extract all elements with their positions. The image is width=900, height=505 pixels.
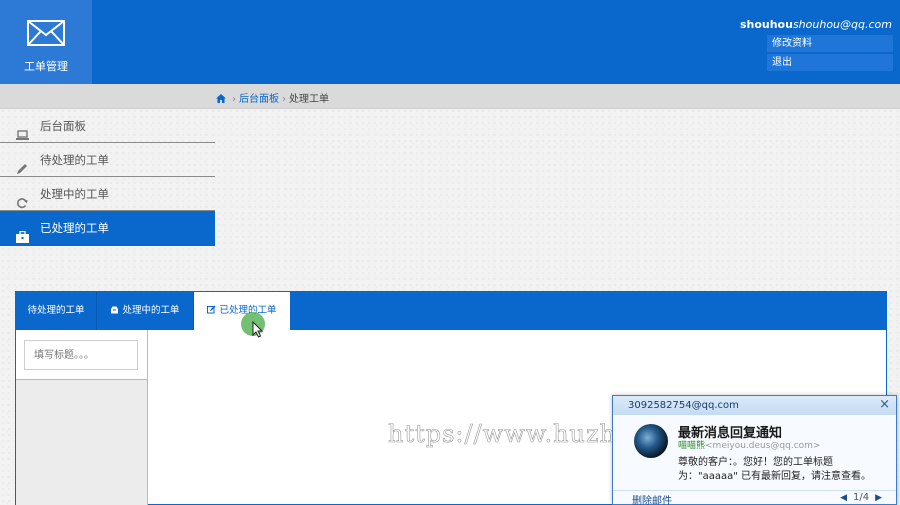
notification-pager: ◀ 1/4 ▶ bbox=[834, 492, 888, 503]
mail-notification-popup: 3092582754@qq.com × 最新消息回复通知 喵喵熊<meiyou.… bbox=[612, 395, 897, 505]
user-email: shouhou@qq.com bbox=[792, 18, 892, 31]
notification-footer: 删除邮件 ◀ 1/4 ▶ bbox=[613, 490, 896, 505]
tab-label: 待处理的工单 bbox=[27, 305, 85, 316]
sidebar-item-processing[interactable]: 处理中的工单 bbox=[0, 177, 215, 211]
briefcase-icon bbox=[16, 222, 29, 256]
home-icon[interactable] bbox=[216, 94, 226, 106]
search-input[interactable] bbox=[24, 340, 138, 370]
sidebar-item-processed[interactable]: 已处理的工单 bbox=[0, 211, 215, 246]
tab-bar: 待处理的工单 处理中的工单 已处理的工单 bbox=[16, 292, 886, 330]
logo-label: 工单管理 bbox=[24, 60, 68, 73]
breadcrumb-dashboard[interactable]: 后台面板 bbox=[239, 94, 279, 105]
user-info: shouhoushouhou@qq.com bbox=[740, 18, 892, 31]
sidebar-item-label: 后台面板 bbox=[40, 119, 86, 133]
chevron-right-icon: › bbox=[232, 94, 236, 105]
tab-label: 处理中的工单 bbox=[122, 305, 180, 316]
edit-icon bbox=[207, 293, 216, 331]
tab-pending[interactable]: 待处理的工单 bbox=[16, 292, 97, 330]
logout-link[interactable]: 退出 bbox=[767, 54, 893, 71]
sidebar-item-dashboard[interactable]: 后台面板 bbox=[0, 109, 215, 143]
sidebar: 后台面板 待处理的工单 处理中的工单 已处理的工单 bbox=[0, 109, 215, 246]
notification-body-line: 为："aaaaa" 已有最新回复，请注意查看。 bbox=[678, 471, 872, 482]
prev-arrow-icon[interactable]: ◀ bbox=[840, 493, 847, 503]
top-header: 工单管理 shouhoushouhou@qq.com 修改资料 退出 bbox=[0, 0, 900, 84]
breadcrumb: › 后台面板 › 处理工单 bbox=[216, 90, 329, 106]
chevron-right-icon: › bbox=[282, 94, 286, 105]
ticket-list-pane bbox=[16, 330, 148, 505]
notification-account: 3092582754@qq.com bbox=[613, 396, 896, 415]
cursor-arrow-icon bbox=[252, 321, 264, 338]
tab-processing[interactable]: 处理中的工单 bbox=[97, 292, 194, 330]
search-box bbox=[16, 330, 147, 380]
envelope-icon bbox=[27, 20, 65, 46]
pager-count: 1/4 bbox=[852, 492, 870, 503]
user-menu: 修改资料 退出 bbox=[767, 35, 893, 73]
sender-address: <meiyou.deus@qq.com> bbox=[705, 441, 821, 451]
sidebar-item-label: 已处理的工单 bbox=[40, 221, 109, 235]
avatar bbox=[634, 424, 668, 458]
next-arrow-icon[interactable]: ▶ bbox=[875, 493, 882, 503]
edit-profile-link[interactable]: 修改资料 bbox=[767, 35, 893, 52]
sidebar-item-label: 处理中的工单 bbox=[40, 187, 109, 201]
breadcrumb-current: 处理工单 bbox=[289, 94, 329, 105]
delete-mail-button[interactable]: 删除邮件 bbox=[632, 492, 672, 505]
sidebar-item-label: 待处理的工单 bbox=[40, 153, 109, 167]
app-logo[interactable]: 工单管理 bbox=[0, 0, 92, 84]
close-icon[interactable]: × bbox=[879, 398, 890, 412]
sender-name: 喵喵熊 bbox=[678, 441, 706, 451]
sidebar-item-pending[interactable]: 待处理的工单 bbox=[0, 143, 215, 177]
inbox-icon bbox=[110, 293, 119, 331]
breadcrumb-bar: › 后台面板 › 处理工单 bbox=[0, 84, 900, 109]
notification-body-line: 尊敬的客户：。您好！您的工单标题 bbox=[678, 457, 833, 468]
notification-sender: 喵喵熊<meiyou.deus@qq.com> bbox=[678, 438, 820, 451]
username: shouhou bbox=[739, 18, 793, 31]
